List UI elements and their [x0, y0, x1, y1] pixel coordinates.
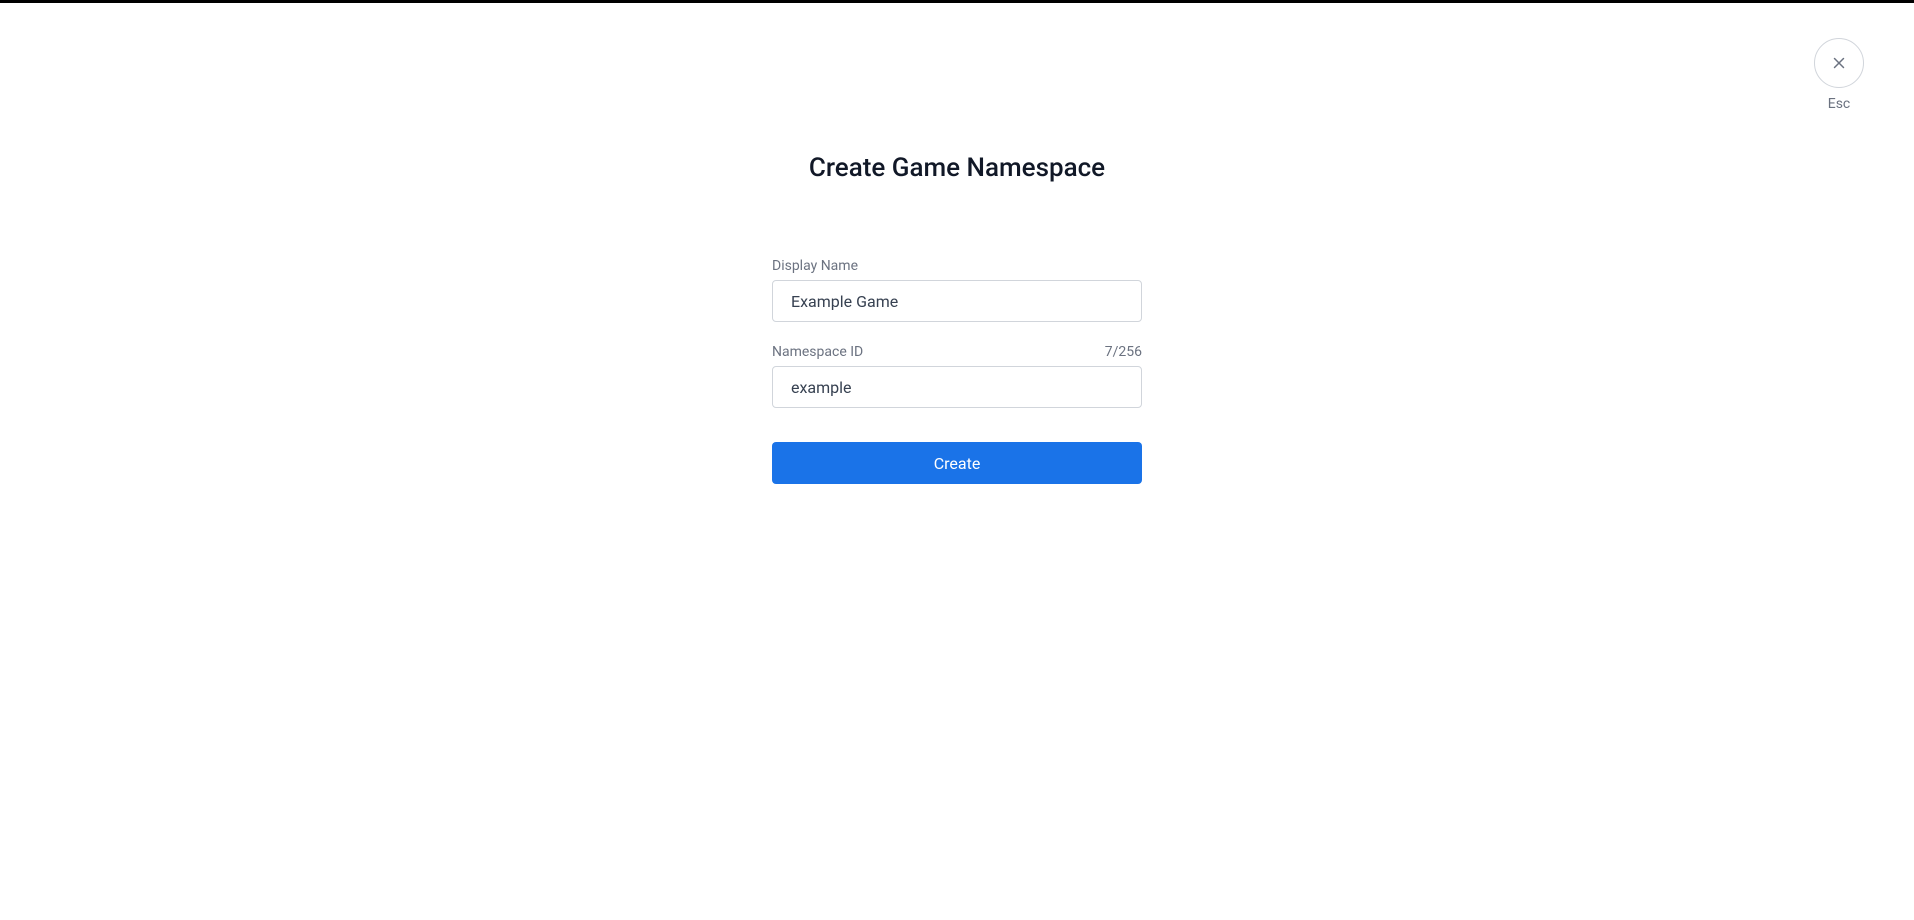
display-name-input[interactable] [772, 280, 1142, 322]
create-button[interactable]: Create [772, 442, 1142, 484]
modal-content: Create Game Namespace Display Name Names… [772, 153, 1142, 484]
display-name-label-row: Display Name [772, 258, 1142, 274]
close-hint-label: Esc [1828, 96, 1851, 112]
display-name-label: Display Name [772, 258, 858, 274]
namespace-id-input[interactable] [772, 366, 1142, 408]
modal-title: Create Game Namespace [809, 153, 1105, 183]
namespace-id-label-row: Namespace ID 7/256 [772, 344, 1142, 360]
namespace-id-group: Namespace ID 7/256 [772, 344, 1142, 408]
close-container: Esc [1814, 38, 1864, 112]
namespace-id-counter: 7/256 [1105, 344, 1142, 360]
close-button[interactable] [1814, 38, 1864, 88]
namespace-id-label: Namespace ID [772, 344, 863, 360]
close-icon [1830, 54, 1848, 72]
display-name-group: Display Name [772, 258, 1142, 322]
